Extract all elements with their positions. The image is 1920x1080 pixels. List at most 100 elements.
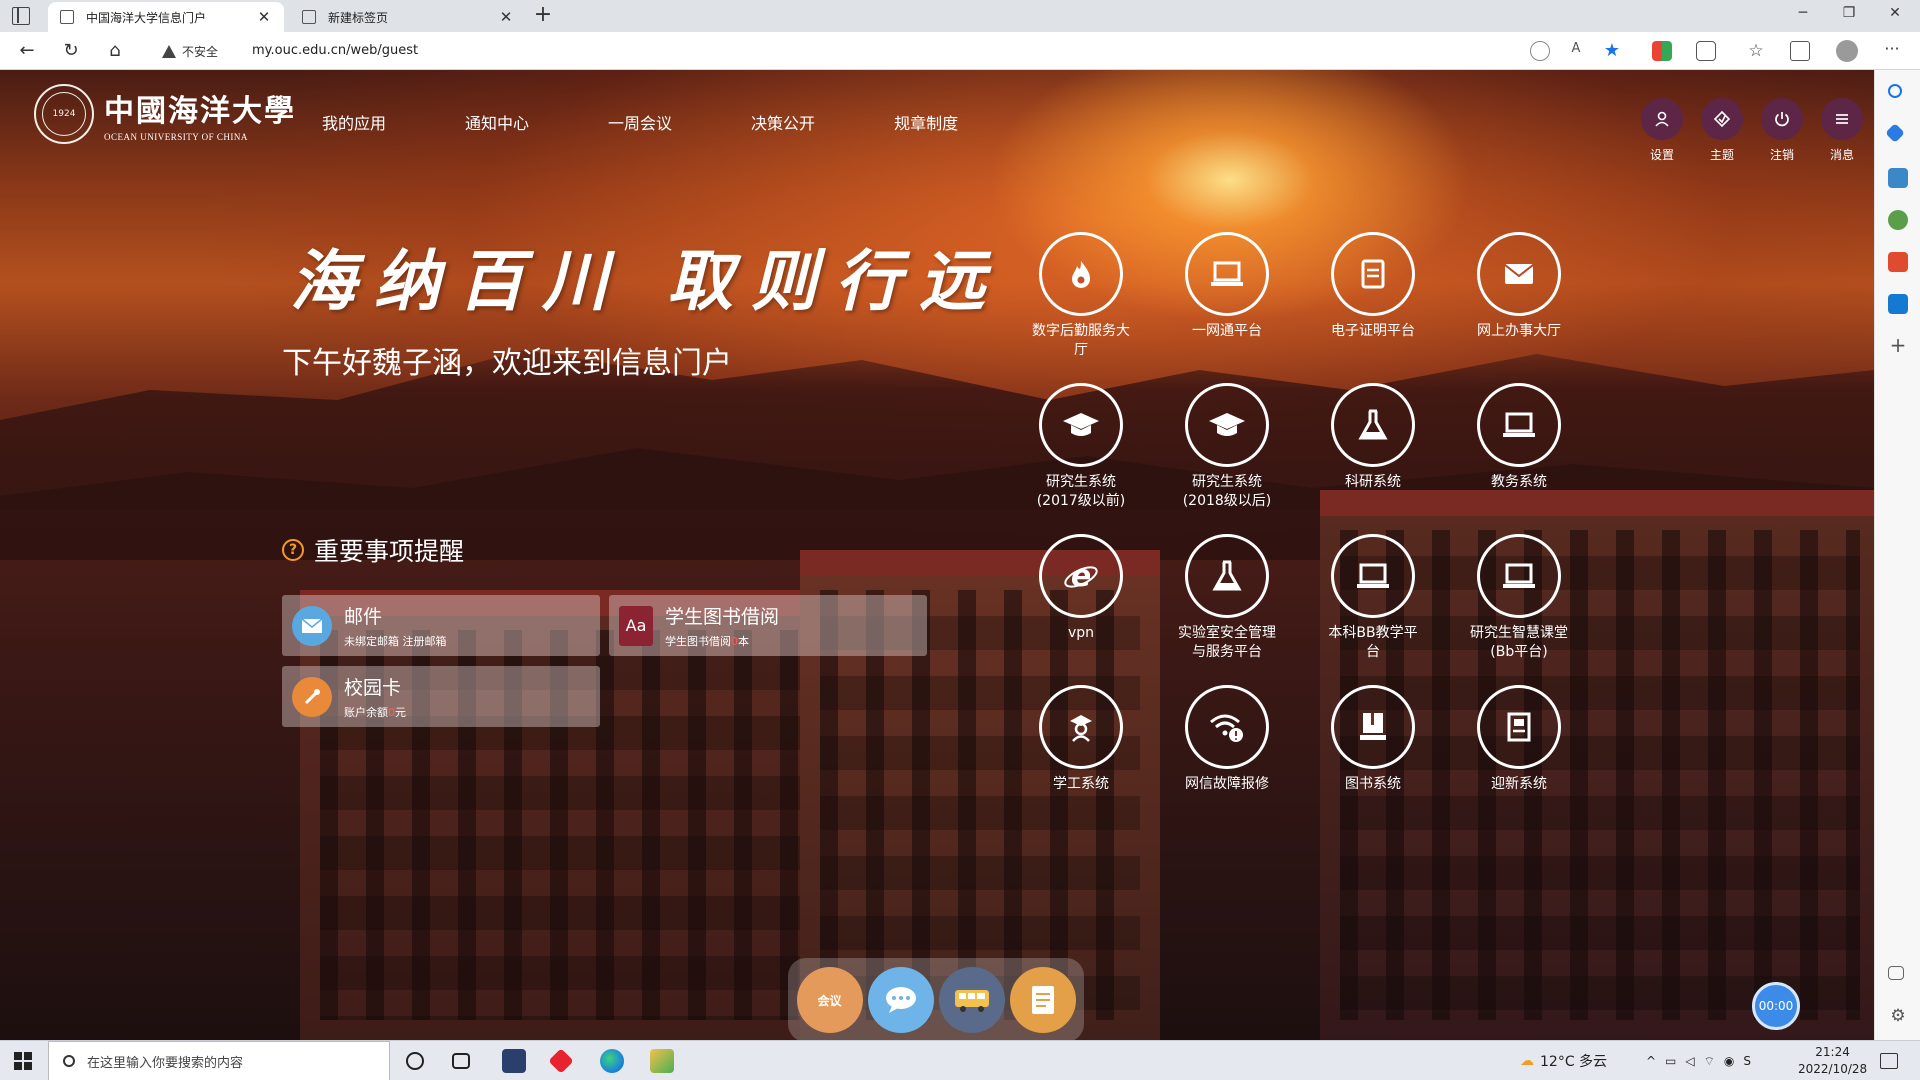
- weather-icon: ☁: [1520, 1053, 1534, 1069]
- app-icon[interactable]: [650, 1049, 674, 1073]
- read-aloud-icon[interactable]: A: [1566, 41, 1586, 61]
- search-icon: [63, 1055, 75, 1067]
- app-icon[interactable]: [502, 1049, 526, 1073]
- app-lab-safety[interactable]: 实验室安全管理与服务平台: [1154, 534, 1300, 662]
- extension-icon[interactable]: [1652, 41, 1672, 61]
- logout-button[interactable]: 注销: [1752, 98, 1812, 163]
- minimize-button[interactable]: ─: [1780, 5, 1826, 21]
- nav-regulations[interactable]: 规章制度: [894, 110, 958, 134]
- app-graduate-system-post2018[interactable]: 研究生系统(2018级以后): [1154, 383, 1300, 511]
- sidebar-toggle-icon[interactable]: [1888, 966, 1904, 980]
- app-e-certificate[interactable]: 电子证明平台: [1300, 232, 1446, 341]
- app-logistics-service[interactable]: 数字后勤服务大厅: [1008, 232, 1154, 360]
- app-one-network[interactable]: 一网通平台: [1154, 232, 1300, 341]
- envelope-icon: [1477, 232, 1561, 316]
- weather-widget[interactable]: ☁ 12°C 多云: [1520, 1041, 1607, 1080]
- app-academic-affairs[interactable]: 教务系统: [1446, 383, 1592, 492]
- taskbar-clock[interactable]: 21:24 2022/10/28: [1798, 1044, 1867, 1078]
- favorites-list-icon[interactable]: ☆: [1746, 41, 1766, 61]
- search-icon[interactable]: [1888, 84, 1902, 98]
- office-icon[interactable]: [1888, 252, 1908, 272]
- close-window-button[interactable]: ✕: [1872, 5, 1918, 21]
- taskbar-search-placeholder: 在这里输入你要搜索的内容: [87, 1055, 244, 1071]
- refresh-icon[interactable]: ↻: [60, 40, 82, 62]
- reminder-name: 校园卡: [344, 677, 402, 699]
- app-student-affairs[interactable]: 学工系统: [1008, 685, 1154, 794]
- app-label: 学工系统: [1053, 776, 1109, 792]
- app-library-system[interactable]: 图书系统: [1300, 685, 1446, 794]
- clock-date: 2022/10/28: [1798, 1062, 1868, 1076]
- shopping-tag-icon[interactable]: [1885, 123, 1905, 143]
- bus-icon[interactable]: [938, 967, 1005, 1033]
- reminder-card-mail[interactable]: 邮件 未绑定邮箱 注册邮箱: [282, 595, 600, 656]
- key-icon[interactable]: [1530, 41, 1550, 61]
- restore-button[interactable]: ❐: [1826, 5, 1872, 21]
- app-label: 研究生系统(2018级以后): [1182, 474, 1272, 509]
- app-vpn[interactable]: e vpn: [1008, 534, 1154, 643]
- nav-weekly-meetings[interactable]: 一周会议: [608, 110, 672, 134]
- logout-label: 注销: [1769, 148, 1794, 162]
- security-warning[interactable]: 不安全: [162, 43, 218, 60]
- collections-icon[interactable]: [1790, 41, 1810, 61]
- clock-time: 21:24: [1815, 1045, 1850, 1059]
- url-field[interactable]: my.ouc.edu.cn/web/guest: [252, 43, 418, 58]
- messages-button[interactable]: 消息: [1812, 98, 1872, 163]
- home-icon[interactable]: ⌂: [104, 40, 126, 62]
- edge-browser-icon[interactable]: [600, 1049, 624, 1073]
- app-label: 研究生智慧课堂(Bb平台): [1470, 625, 1568, 660]
- system-tray-icons[interactable]: ^▭◁⌔◉S: [1646, 1041, 1760, 1080]
- more-menu-icon[interactable]: ···: [1882, 41, 1902, 61]
- settings-gear-icon[interactable]: ⚙: [1888, 1006, 1908, 1026]
- favorite-star-icon[interactable]: ★: [1602, 41, 1622, 61]
- nav-my-apps[interactable]: 我的应用: [322, 110, 386, 134]
- app-online-services-hall[interactable]: 网上办事大厅: [1446, 232, 1592, 341]
- university-motto: 海纳百川 取则行远: [290, 242, 1003, 320]
- timer-badge[interactable]: 00:00: [1752, 982, 1800, 1030]
- tab-close-icon[interactable]: ✕: [256, 8, 272, 26]
- tab-inactive[interactable]: 新建标签页 ✕: [290, 2, 526, 32]
- cortana-icon[interactable]: [406, 1052, 424, 1070]
- app-icon[interactable]: [548, 1048, 574, 1074]
- app-freshman-welcome[interactable]: 迎新系统: [1446, 685, 1592, 794]
- document-icon[interactable]: [1009, 967, 1076, 1033]
- app-graduate-smart-classroom[interactable]: 研究生智慧课堂(Bb平台): [1446, 534, 1592, 662]
- laptop-icon: [1477, 534, 1561, 618]
- back-icon[interactable]: ←: [16, 40, 38, 62]
- tab-close-icon[interactable]: ✕: [498, 8, 514, 26]
- tools-icon[interactable]: [1888, 168, 1908, 188]
- nav-notice-center[interactable]: 通知中心: [465, 110, 529, 134]
- nav-decisions[interactable]: 决策公开: [751, 110, 815, 134]
- theme-icon: [1701, 98, 1743, 140]
- profile-avatar[interactable]: [1836, 40, 1858, 62]
- new-tab-button[interactable]: +: [530, 3, 556, 29]
- app-label: 电子证明平台: [1331, 323, 1415, 339]
- chat-icon[interactable]: [867, 967, 934, 1033]
- user-icon: [1641, 98, 1683, 140]
- games-icon[interactable]: [1888, 210, 1908, 230]
- app-network-repair[interactable]: 网信故障报修: [1154, 685, 1300, 794]
- theme-button[interactable]: 主题: [1692, 98, 1752, 163]
- notification-icon[interactable]: [1880, 1053, 1898, 1069]
- university-logo[interactable]: 1924 中國海洋大學 OCEAN UNIVERSITY OF CHINA: [34, 84, 296, 144]
- reminder-card-library[interactable]: Aa 学生图书借阅 学生图书借阅0本: [609, 595, 927, 656]
- app-label: vpn: [1067, 625, 1095, 641]
- add-icon[interactable]: +: [1888, 335, 1908, 356]
- task-view-icon[interactable]: [452, 1053, 470, 1069]
- main-navigation: 我的应用 通知中心 一周会议 决策公开 规章制度: [322, 110, 1037, 134]
- reminder-card-campus-card[interactable]: 校园卡 账户余额0元: [282, 666, 600, 727]
- extensions-puzzle-icon[interactable]: [1696, 41, 1716, 61]
- taskbar-search[interactable]: 在这里输入你要搜索的内容: [48, 1041, 390, 1080]
- browser-sidebar: + ⚙: [1874, 70, 1920, 1040]
- reminder-name: 邮件: [344, 606, 383, 628]
- tab-active[interactable]: 中国海洋大学信息门户 ✕: [48, 2, 284, 32]
- background-building: [300, 590, 820, 1040]
- flask-icon: [1185, 534, 1269, 618]
- outlook-icon[interactable]: [1888, 294, 1908, 314]
- tab-actions-icon[interactable]: [12, 7, 30, 25]
- windows-start-icon[interactable]: [14, 1052, 32, 1070]
- app-undergrad-bb[interactable]: 本科BB教学平台: [1300, 534, 1446, 662]
- meeting-icon[interactable]: 会议: [796, 967, 863, 1033]
- app-graduate-system-pre2017[interactable]: 研究生系统(2017级以前): [1008, 383, 1154, 511]
- app-research-system[interactable]: 科研系统: [1300, 383, 1446, 492]
- settings-button[interactable]: 设置: [1632, 98, 1692, 163]
